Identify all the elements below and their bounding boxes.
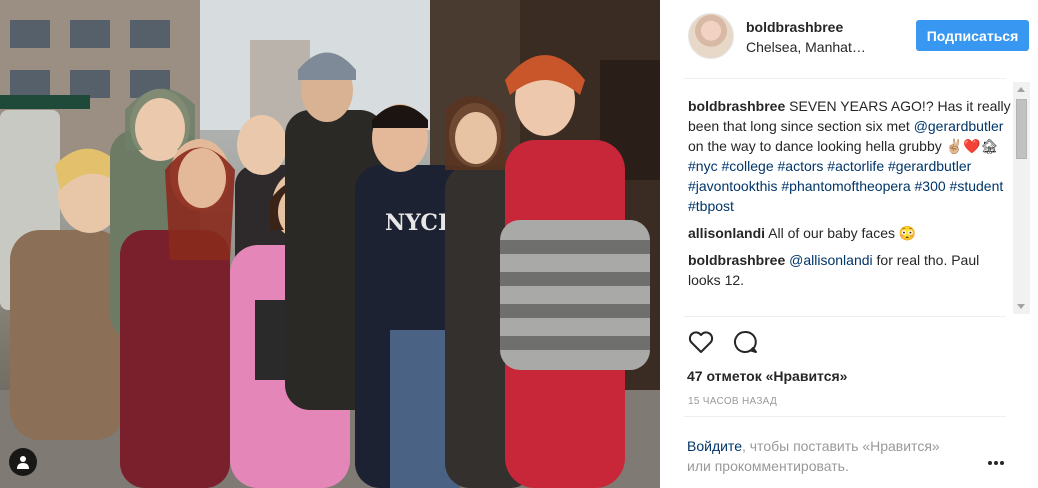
login-prompt: Войдите, чтобы поставить «Нравится» или … (687, 436, 957, 476)
comment-username[interactable]: boldbrashbree (688, 252, 785, 268)
comments-scrollbar[interactable] (1013, 82, 1030, 314)
mention-link[interactable]: @allisonlandi (789, 252, 872, 268)
hashtags[interactable]: #nyc #college #actors #actorlife #gerard… (688, 158, 1003, 214)
header-divider (684, 78, 1006, 79)
more-options-icon (988, 461, 1004, 465)
avatar[interactable] (688, 13, 734, 59)
post-location[interactable]: Chelsea, Manhat… (746, 39, 876, 55)
follow-button[interactable]: Подписаться (916, 20, 1029, 51)
comment-button[interactable] (730, 327, 760, 357)
comment-text: on the way to dance looking hella grubby… (688, 138, 999, 154)
scroll-down-icon[interactable] (1017, 304, 1025, 309)
comment-text: All of our baby faces 😳 (765, 225, 917, 241)
scroll-up-icon[interactable] (1017, 87, 1025, 92)
heart-icon (688, 331, 714, 353)
more-options-button[interactable] (986, 455, 1006, 465)
comment-item: boldbrashbree @allisonlandi for real tho… (688, 250, 1012, 290)
likes-count[interactable]: 47 отметок «Нравится» (687, 368, 847, 384)
author-username[interactable]: boldbrashbree (746, 19, 843, 35)
post-time[interactable]: 15 ЧАСОВ НАЗАД (688, 396, 777, 407)
post-header: boldbrashbree Chelsea, Manhat… Подписать… (684, 10, 1029, 72)
comment-item: allisonlandi All of our baby faces 😳 (688, 223, 1012, 243)
footer-divider (684, 416, 1006, 417)
mention-link[interactable]: @gerardbutler (914, 118, 1004, 134)
comment-username[interactable]: allisonlandi (688, 225, 765, 241)
action-bar (686, 327, 760, 357)
post-details-panel: boldbrashbree Chelsea, Manhat… Подписать… (660, 0, 1038, 488)
comments-list: boldbrashbree SEVEN YEARS AGO!? Has it r… (688, 96, 1012, 310)
scrollbar-thumb[interactable] (1016, 99, 1027, 159)
group-photo-illustration: NYCDA (0, 0, 660, 488)
comment-icon (734, 330, 757, 353)
post-photo[interactable]: NYCDA (0, 0, 660, 488)
user-tag-icon (17, 456, 29, 469)
comments-divider (684, 316, 1006, 317)
like-button[interactable] (686, 327, 716, 357)
comment-username[interactable]: boldbrashbree (688, 98, 785, 114)
comment-caption: boldbrashbree SEVEN YEARS AGO!? Has it r… (688, 96, 1012, 216)
user-tag-button[interactable] (9, 448, 37, 476)
login-link[interactable]: Войдите (687, 438, 742, 454)
